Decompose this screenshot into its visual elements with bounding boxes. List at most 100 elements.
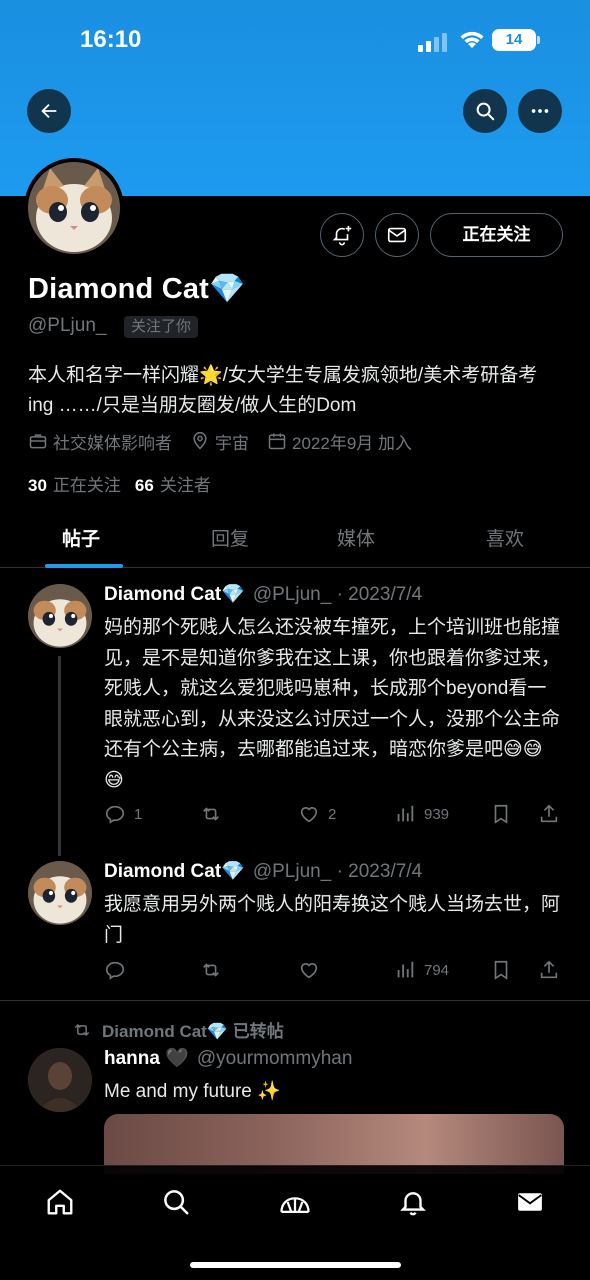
more-button[interactable]: [518, 89, 562, 133]
messages-icon: [518, 1193, 542, 1211]
bookmark-button[interactable]: [490, 959, 520, 981]
following-label: 正在关注: [52, 476, 121, 495]
location-pin-icon: [193, 431, 207, 450]
location-text: 宇宙: [215, 433, 249, 453]
cat-avatar-image: [28, 584, 92, 648]
envelope-icon: [387, 227, 407, 243]
post-text: Me and my future ✨: [104, 1081, 281, 1102]
joined-item: 2022年9月 加入: [267, 429, 412, 454]
post-handle: @yourmommyhan: [196, 1048, 353, 1069]
post-divider: [0, 1000, 590, 1001]
search-icon: [164, 1190, 189, 1215]
nav-notifications[interactable]: [396, 1185, 430, 1219]
tab-replies[interactable]: 回复: [211, 524, 249, 551]
share-icon: [540, 960, 558, 979]
post-header: Diamond Cat💎 @PLjun_ · 2023/7/4: [104, 859, 422, 883]
profile-meta: 社交媒体影响者 宇宙 2022年9月 加入: [28, 428, 430, 454]
repost-label-text: Diamond Cat💎 已转帖: [102, 1022, 284, 1041]
reply-button[interactable]: [104, 959, 134, 981]
profile-tabs: 帖子 回复 媒体 喜欢: [0, 510, 590, 568]
cellular-signal-icon: [418, 32, 450, 52]
repost-button[interactable]: [200, 959, 230, 981]
user-avatar-image: [28, 1048, 92, 1112]
status-time: 16:10: [80, 26, 142, 53]
profile-avatar[interactable]: [24, 158, 124, 258]
bookmark-icon: [494, 960, 508, 980]
post-text: 我愿意用另外两个贱人的阳寿换这个贱人当场去世，阿门: [104, 894, 561, 946]
calendar-icon: [268, 433, 286, 450]
post-actions: 1 2 939: [104, 803, 560, 827]
follows-you-badge: 关注了你: [124, 316, 199, 338]
following-button[interactable]: 正在关注: [430, 213, 563, 257]
repost-button[interactable]: [200, 803, 230, 825]
repost-icon: [203, 963, 219, 977]
category-text: 社交媒体影响者: [53, 433, 172, 453]
bar-chart-icon: [397, 961, 414, 978]
like-count: 2: [328, 805, 337, 823]
tab-likes[interactable]: 喜欢: [486, 524, 524, 551]
followers-count: 66: [134, 476, 154, 495]
profile-bio: 本人和名字一样闪耀🌟/女大学生专属发疯领地/美术考研备考ing ……/只是当朋友…: [28, 365, 538, 416]
back-button[interactable]: [27, 89, 71, 133]
heart-icon: [300, 963, 318, 979]
nav-explore[interactable]: [159, 1185, 193, 1219]
home-indicator: [190, 1262, 401, 1268]
like-button[interactable]: [298, 959, 328, 981]
tab-posts[interactable]: 帖子: [62, 524, 100, 551]
search-button[interactable]: [463, 89, 507, 133]
bell-plus-icon: [332, 225, 352, 246]
following-count-link[interactable]: 30 正在关注: [28, 471, 121, 496]
post-text: 妈的那个死贱人怎么还没被车撞死，上个培训班也能撞见，是不是知道你爹我在这上课，你…: [104, 617, 561, 791]
post-avatar[interactable]: [28, 861, 92, 925]
nav-messages[interactable]: [513, 1185, 547, 1219]
repost-icon: [203, 807, 219, 821]
bookmark-button[interactable]: [490, 803, 520, 825]
post-author-name[interactable]: Diamond Cat💎: [104, 861, 245, 882]
bookmark-icon: [494, 804, 508, 824]
message-button[interactable]: [375, 213, 419, 257]
views-button[interactable]: 939: [394, 803, 449, 825]
share-icon: [540, 804, 558, 823]
repost-label: Diamond Cat💎 已转帖: [72, 1017, 284, 1042]
communities-icon: [280, 1197, 310, 1213]
repost-icon: [74, 1023, 90, 1036]
post-handle-date: @PLjun_ · 2023/7/4: [252, 584, 423, 605]
followers-count-link[interactable]: 66 关注者: [135, 471, 211, 496]
bar-chart-icon: [397, 805, 414, 822]
status-bar: 16:10 14: [0, 26, 590, 56]
battery-indicator: 14: [492, 29, 540, 51]
post-header: hanna 🖤 @yourmommyhan: [104, 1046, 352, 1070]
profile-handle: @PLjun_: [28, 315, 107, 336]
like-button[interactable]: 2: [298, 803, 336, 825]
post-header: Diamond Cat💎 @PLjun_ · 2023/7/4: [104, 582, 422, 606]
followers-label: 关注者: [159, 476, 211, 495]
category-item: 社交媒体影响者: [28, 429, 172, 454]
active-tab-indicator: [45, 564, 123, 568]
post-author-name[interactable]: Diamond Cat💎: [104, 584, 245, 605]
profile-name: Diamond Cat💎: [28, 273, 246, 305]
home-icon: [47, 1189, 73, 1215]
wifi-icon: [460, 31, 484, 48]
nav-home[interactable]: [43, 1185, 77, 1219]
post-handle-date: @PLjun_ · 2023/7/4: [252, 861, 423, 882]
joined-text: 2022年9月 加入: [292, 433, 412, 453]
share-button[interactable]: [538, 959, 568, 981]
cat-avatar-image: [28, 162, 120, 254]
nav-communities[interactable]: [278, 1185, 312, 1219]
following-count: 30: [28, 476, 47, 495]
post-avatar[interactable]: [28, 1048, 92, 1112]
share-button[interactable]: [538, 803, 568, 825]
follow-counts: 30 正在关注 66 关注者: [28, 471, 225, 496]
post-avatar[interactable]: [28, 584, 92, 648]
reply-icon: [105, 805, 125, 824]
post-author-name[interactable]: hanna 🖤: [104, 1048, 189, 1069]
reply-button[interactable]: 1: [104, 803, 142, 825]
reply-count: 1: [134, 805, 143, 823]
notifications-icon: [400, 1192, 426, 1216]
tab-media[interactable]: 媒体: [337, 524, 375, 551]
view-count: 794: [424, 961, 450, 979]
location-item: 宇宙: [190, 429, 249, 454]
views-button[interactable]: 794: [394, 959, 449, 981]
reply-icon: [105, 961, 125, 980]
notify-button[interactable]: [320, 213, 364, 257]
